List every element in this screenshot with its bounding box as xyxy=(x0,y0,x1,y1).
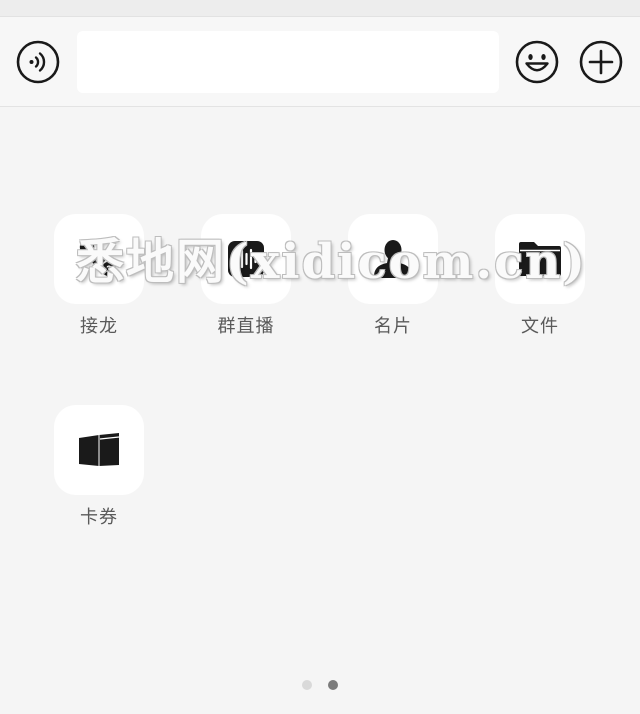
emoji-icon xyxy=(515,40,559,84)
message-input[interactable] xyxy=(77,31,499,93)
more-functions-panel: 1 2 3 接龙 群直播 名片 文件 卡券 xyxy=(0,107,640,714)
card-coupon-icon xyxy=(79,433,120,466)
app-label: 群直播 xyxy=(217,316,275,337)
top-strip xyxy=(0,0,640,17)
app-label: 接龙 xyxy=(80,316,118,337)
watermark-text: 悉地网(xidicom.cn) xyxy=(76,234,587,290)
plus-icon xyxy=(579,40,623,84)
app-tile[interactable] xyxy=(54,405,144,495)
more-button[interactable] xyxy=(579,40,623,84)
page-dot[interactable] xyxy=(302,680,312,690)
page-indicator xyxy=(0,679,640,691)
chat-input-bar xyxy=(0,17,640,107)
app-label: 文件 xyxy=(521,316,559,337)
emoji-button[interactable] xyxy=(515,40,559,84)
app-label: 卡券 xyxy=(80,507,118,528)
app-label: 名片 xyxy=(374,316,412,337)
page-dot-active[interactable] xyxy=(328,680,338,690)
voice-input-icon xyxy=(16,40,60,84)
app-item-card-coupon[interactable]: 卡券 xyxy=(39,405,159,535)
voice-input-button[interactable] xyxy=(16,40,60,84)
